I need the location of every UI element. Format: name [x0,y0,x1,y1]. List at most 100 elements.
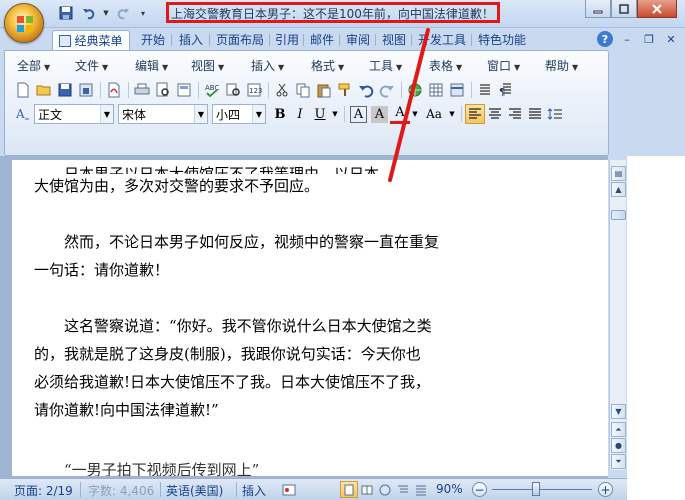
draft-view-icon[interactable] [412,481,430,498]
word-count[interactable]: 字数: 4,406 [88,482,154,499]
menu-help[interactable]: 帮助 ▼ [545,57,578,74]
redo-icon[interactable] [377,80,397,100]
align-left-button[interactable] [465,104,485,124]
print-icon[interactable] [132,80,152,100]
paragraph-mark-icon[interactable]: ¶ [496,80,516,100]
print-preview-icon[interactable] [153,80,173,100]
tab-home[interactable]: 开始 [136,30,170,50]
zoom-level[interactable]: 90% [436,482,463,496]
open-folder-icon[interactable] [34,80,54,100]
font-color-button[interactable]: A [390,104,410,124]
document-page[interactable]: 日本男子以日本大使馆压不了我等理由，以日本 大使馆为由，多次对交警的要求不予回应… [12,160,608,476]
doc-restore-icon[interactable]: ❐ [641,31,657,47]
show-hide-icon[interactable] [475,80,495,100]
paste-icon[interactable] [314,80,334,100]
zoom-slider-thumb[interactable] [532,482,541,496]
change-case-dropdown-icon[interactable]: ▼ [447,104,457,124]
tab-view[interactable]: 视图 [378,30,410,50]
redo-icon[interactable] [113,4,133,22]
tab-developer[interactable]: 开发工具 [414,30,470,50]
char-shading-button[interactable]: A [371,105,388,123]
font-size-select[interactable]: 小四 ▼ [212,104,266,124]
copy-icon[interactable] [293,80,313,100]
zoom-out-button[interactable]: − [472,482,487,497]
menu-file[interactable]: 文件 ▼ [75,57,108,74]
layout-icon[interactable] [174,80,194,100]
columns-icon[interactable] [447,80,467,100]
save-icon[interactable] [55,80,75,100]
hyperlink-icon[interactable] [405,80,425,100]
office-button[interactable] [4,3,44,43]
doc-close-icon[interactable]: ✕ [663,31,679,47]
language-indicator[interactable]: 英语(美国) [166,482,223,499]
scroll-down-icon[interactable]: ▼ [611,404,626,419]
line-spacing-icon [547,108,562,120]
underline-button[interactable]: U [310,104,330,124]
previous-page-icon[interactable]: ⏶ [611,422,626,437]
font-color-dropdown-icon[interactable]: ▼ [410,104,420,124]
bold-button[interactable]: B [270,104,290,124]
permission-icon[interactable] [76,80,96,100]
close-icon[interactable] [637,0,677,18]
undo-dropdown-icon[interactable]: ▼ [102,4,110,22]
cut-icon[interactable] [272,80,292,100]
insert-mode[interactable]: 插入 [242,482,266,499]
web-layout-icon[interactable] [376,481,394,498]
print-layout-view-icon[interactable] [340,481,358,498]
ruler-toggle-icon[interactable]: ▤ [611,166,626,181]
menu-window[interactable]: 窗口 ▼ [487,57,520,74]
menu-table[interactable]: 表格 ▼ [429,57,462,74]
menu-all[interactable]: 全部 ▼ [17,57,50,74]
style-select[interactable]: 正文 ▼ [34,104,114,124]
research-icon[interactable] [223,80,243,100]
italic-button[interactable]: I [290,104,310,124]
tab-insert[interactable]: 插入 [174,30,208,50]
styles-icon[interactable]: A [13,104,33,124]
maximize-icon[interactable] [611,0,637,18]
tab-mailings[interactable]: 邮件 [306,30,338,50]
desktop-edge [627,156,685,500]
help-icon[interactable]: ? [597,31,613,47]
font-select[interactable]: 宋体 ▼ [118,104,208,124]
justify-button[interactable] [525,104,545,124]
doc-minimize-icon[interactable]: – [619,31,635,47]
menu-insert[interactable]: 插入 ▼ [251,57,284,74]
tab-references[interactable]: 引用 [272,30,302,50]
page-indicator[interactable]: 页面: 2/19 [14,482,73,499]
undo-icon[interactable] [79,4,99,22]
line-spacing-button[interactable] [545,104,565,124]
menu-tools[interactable]: 工具 ▼ [369,57,402,74]
pdf-export-icon[interactable] [104,80,124,100]
vertical-scrollbar[interactable]: ▤ ▲ ▼ ⏶ ● ⏷ [609,160,626,470]
tab-special-features[interactable]: 特色功能 [474,30,530,50]
minimize-icon[interactable] [585,0,611,18]
save-icon[interactable] [56,4,76,22]
undo-icon[interactable] [356,80,376,100]
tab-page-layout[interactable]: 页面布局 [212,30,268,50]
spelling-icon[interactable]: ABC [202,80,222,100]
full-screen-reading-icon[interactable] [358,481,376,498]
table-icon[interactable] [426,80,446,100]
outline-view-icon[interactable] [394,481,412,498]
new-document-icon[interactable] [13,80,33,100]
align-center-button[interactable] [485,104,505,124]
tab-review[interactable]: 审阅 [342,30,374,50]
next-page-icon[interactable]: ⏷ [611,454,626,469]
browse-object-icon[interactable]: ● [611,438,626,453]
format-painter-icon[interactable] [335,80,355,100]
align-right-button[interactable] [505,104,525,124]
menu-edit[interactable]: 编辑 ▼ [135,57,168,74]
menu-format[interactable]: 格式 ▼ [311,57,344,74]
zoom-in-button[interactable]: + [598,482,613,497]
menu-view[interactable]: 视图 ▼ [191,57,224,74]
scroll-up-icon[interactable]: ▲ [611,182,626,197]
char-border-button[interactable]: A [350,105,367,123]
macro-record-icon[interactable] [280,481,298,498]
zoom-slider-track[interactable] [492,489,592,490]
scroll-thumb[interactable] [611,210,626,220]
change-case-button[interactable]: Aa [421,104,447,124]
tab-classic-menu[interactable]: 经典菜单 [52,30,130,50]
underline-dropdown-icon[interactable]: ▼ [330,104,340,124]
customize-toolbar-icon[interactable]: ▾ [136,4,150,22]
word-count-icon[interactable]: 123 [244,80,264,100]
